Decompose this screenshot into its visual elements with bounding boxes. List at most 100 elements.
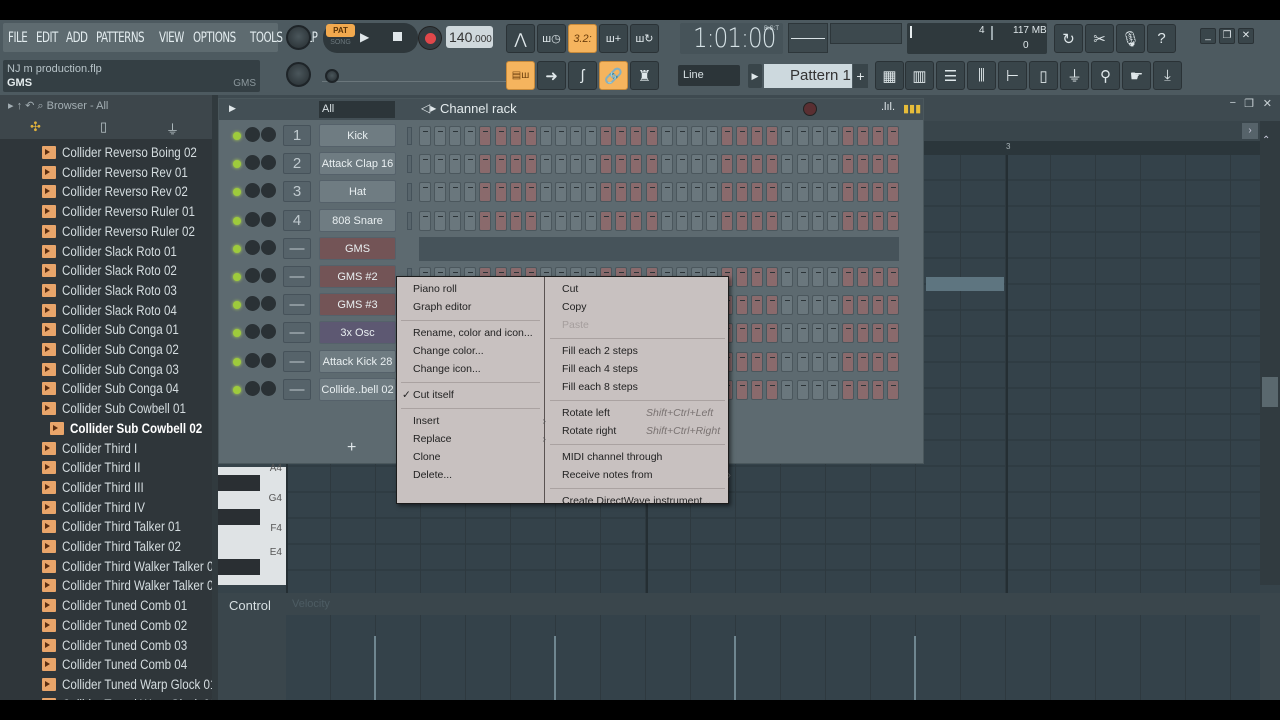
- step-button[interactable]: [600, 182, 613, 203]
- step-button[interactable]: [781, 323, 794, 344]
- menu-item[interactable]: Receive notes from ›: [562, 467, 731, 483]
- step-button[interactable]: [570, 126, 582, 146]
- typing-keyboard-button[interactable]: ♜: [630, 61, 659, 90]
- step-button[interactable]: [856, 323, 869, 344]
- step-button[interactable]: [494, 210, 507, 231]
- menu-edit[interactable]: EDIT: [36, 30, 58, 46]
- volume-knob[interactable]: [261, 268, 276, 283]
- step-button[interactable]: [781, 295, 794, 316]
- refresh-button[interactable]: ↻: [1054, 24, 1083, 53]
- tutorial-button[interactable]: ⚲: [1091, 61, 1120, 90]
- step-button[interactable]: [600, 154, 613, 175]
- step-button[interactable]: [464, 182, 477, 203]
- step-button[interactable]: [811, 351, 824, 372]
- step-button[interactable]: [736, 154, 749, 175]
- channel-name-button[interactable]: Attack Clap 16: [319, 152, 396, 176]
- black-key[interactable]: [218, 559, 260, 575]
- channel-name-button[interactable]: GMS #2: [319, 265, 396, 288]
- step-button[interactable]: [887, 323, 900, 344]
- step-button[interactable]: [796, 210, 809, 231]
- browser-item[interactable]: Collider Third I: [42, 439, 150, 458]
- step-button[interactable]: [751, 351, 764, 372]
- master-volume-knob[interactable]: [286, 25, 311, 50]
- channel-select-bar[interactable]: [407, 155, 412, 174]
- scroll-up-button[interactable]: ⌃: [1262, 135, 1270, 146]
- step-button[interactable]: [675, 154, 688, 175]
- step-button[interactable]: [630, 154, 643, 175]
- step-button[interactable]: [554, 182, 567, 203]
- step-button[interactable]: [796, 154, 809, 175]
- browser-item[interactable]: Collider Third IV: [42, 498, 159, 517]
- mini-piano-roll-preview[interactable]: [419, 236, 899, 261]
- record-button[interactable]: [418, 26, 442, 50]
- step-button[interactable]: [705, 182, 718, 203]
- step-button[interactable]: [736, 267, 749, 287]
- step-button[interactable]: [736, 295, 749, 316]
- close-icon[interactable]: ✕: [1263, 97, 1272, 110]
- step-button[interactable]: [615, 182, 628, 203]
- channel-name-button[interactable]: Collide..bell 02: [319, 377, 396, 401]
- step-button[interactable]: [721, 182, 733, 203]
- arrow-button[interactable]: ➜: [537, 61, 566, 90]
- step-button[interactable]: [509, 126, 522, 146]
- mute-led[interactable]: [233, 160, 241, 169]
- plugin-picker-button[interactable]: ⏚: [1060, 61, 1089, 90]
- step-button[interactable]: [751, 154, 764, 175]
- menu-item[interactable]: Insert ›: [413, 413, 546, 429]
- step-button[interactable]: [645, 182, 658, 203]
- menu-item[interactable]: ✓ Cut itself: [402, 387, 540, 403]
- step-button[interactable]: [826, 126, 839, 146]
- step-button[interactable]: [841, 182, 854, 203]
- step-button[interactable]: [781, 154, 794, 175]
- step-button[interactable]: [751, 210, 764, 231]
- step-button[interactable]: [841, 210, 854, 231]
- step-button[interactable]: [585, 210, 598, 231]
- menu-add[interactable]: ADD: [66, 30, 88, 46]
- piano-roll-button[interactable]: ▥: [905, 61, 934, 90]
- step-button[interactable]: [615, 126, 628, 146]
- menu-item[interactable]: Delete...: [413, 467, 540, 483]
- mixer-track-number[interactable]: 3: [283, 181, 311, 203]
- mute-led[interactable]: [233, 216, 241, 225]
- playlist-button[interactable]: ▦: [875, 61, 904, 90]
- filter-selector[interactable]: All: [319, 101, 395, 118]
- volume-knob[interactable]: [261, 183, 276, 199]
- mixer-track-number[interactable]: —: [283, 237, 311, 259]
- position-slider[interactable]: [322, 70, 522, 82]
- pan-knob[interactable]: [245, 324, 260, 340]
- browser-item[interactable]: Collider Slack Roto 04: [42, 301, 196, 320]
- step-button[interactable]: [887, 154, 900, 175]
- pan-knob[interactable]: [245, 211, 260, 227]
- step-button[interactable]: [630, 126, 643, 146]
- browser-item[interactable]: Collider Sub Cowbell 01: [42, 399, 206, 418]
- step-button[interactable]: [736, 182, 749, 203]
- step-button[interactable]: [811, 210, 824, 231]
- menu-item[interactable]: Copy: [562, 299, 725, 315]
- step-button[interactable]: [856, 126, 869, 146]
- step-button[interactable]: [705, 210, 718, 231]
- help-button[interactable]: ?: [1147, 24, 1176, 53]
- step-button[interactable]: [509, 210, 522, 231]
- step-button[interactable]: [419, 154, 431, 175]
- step-button[interactable]: [721, 126, 733, 146]
- step-button[interactable]: [721, 210, 733, 231]
- mixer-track-number[interactable]: 1: [283, 125, 311, 146]
- volume-knob[interactable]: [261, 211, 276, 227]
- wait-input-button[interactable]: ш◷: [537, 24, 566, 53]
- mixer-track-number[interactable]: —: [283, 350, 311, 372]
- channel-select-bar[interactable]: [407, 127, 412, 145]
- browser-item[interactable]: Collider Third Talker 01: [42, 517, 200, 536]
- step-button[interactable]: [539, 126, 552, 146]
- mixer-track-number[interactable]: 4: [283, 209, 311, 231]
- loop-record-button[interactable]: ш↻: [630, 24, 659, 53]
- step-button[interactable]: [675, 182, 688, 203]
- pan-knob[interactable]: [245, 352, 260, 368]
- step-button[interactable]: [479, 210, 492, 231]
- step-button[interactable]: [539, 154, 552, 175]
- step-button[interactable]: [811, 126, 824, 146]
- tab-all-icon[interactable]: ✣: [30, 119, 41, 135]
- countdown-button[interactable]: 3.2:: [568, 24, 597, 53]
- step-button[interactable]: [615, 154, 628, 175]
- step-button[interactable]: [856, 182, 869, 203]
- step-button[interactable]: [705, 126, 718, 146]
